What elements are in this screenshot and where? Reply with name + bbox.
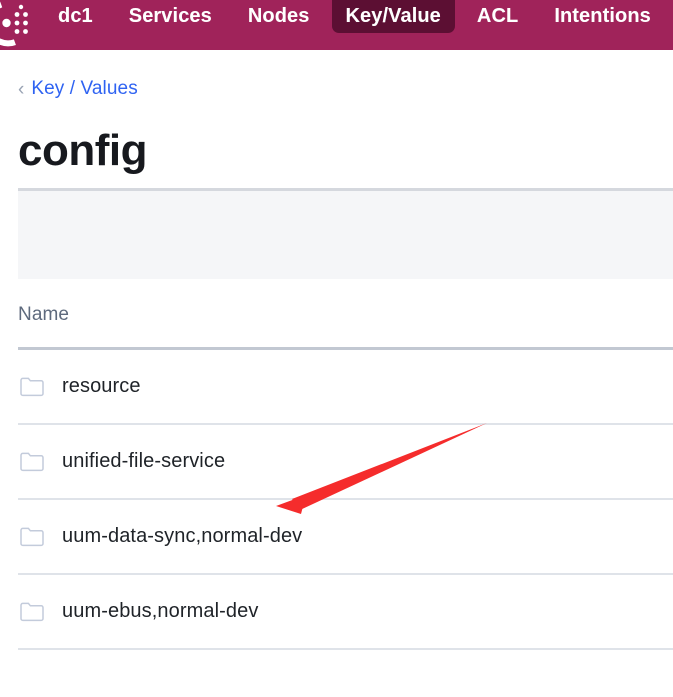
table-row-name: uum-data-sync,normal-dev (62, 525, 303, 547)
nav-item-nodes[interactable]: Nodes (234, 0, 324, 33)
top-navigation-bar: dc1 Services Nodes Key/Value ACL Intenti… (0, 0, 673, 50)
table-row-name: uum-ebus,normal-dev (62, 600, 259, 622)
table-row[interactable]: uum-data-sync,normal-dev (18, 500, 673, 575)
key-value-table: Name resource unified-file-service uum-d… (18, 303, 673, 650)
breadcrumb[interactable]: ‹ Key / Values (18, 76, 655, 102)
page-body: ‹ Key / Values config Name resource unif… (0, 76, 673, 650)
nav-item-acl[interactable]: ACL (463, 0, 532, 33)
breadcrumb-label: Key / Values (31, 78, 138, 99)
filter-toolbar-panel[interactable] (18, 188, 673, 279)
nav-item-intentions[interactable]: Intentions (540, 0, 665, 33)
table-row[interactable]: unified-file-service (18, 425, 673, 500)
table-row[interactable]: resource (18, 350, 673, 425)
folder-icon (20, 452, 44, 472)
table-header-row: Name (18, 303, 673, 350)
nav-item-key-value[interactable]: Key/Value (331, 0, 455, 33)
folder-icon (20, 377, 44, 397)
nav-item-services[interactable]: Services (115, 0, 226, 33)
table-row-name: resource (62, 375, 141, 397)
nav-item-dc1[interactable]: dc1 (44, 0, 107, 33)
column-header-name: Name (18, 304, 70, 325)
table-row[interactable]: uum-ebus,normal-dev (18, 575, 673, 650)
consul-logo-icon[interactable] (0, 0, 36, 50)
folder-icon (20, 602, 44, 622)
table-row-name: unified-file-service (62, 450, 226, 472)
chevron-left-icon: ‹ (18, 78, 25, 100)
nav-item-list: dc1 Services Nodes Key/Value ACL Intenti… (44, 0, 673, 50)
folder-icon (20, 527, 44, 547)
page-title: config (18, 126, 147, 175)
